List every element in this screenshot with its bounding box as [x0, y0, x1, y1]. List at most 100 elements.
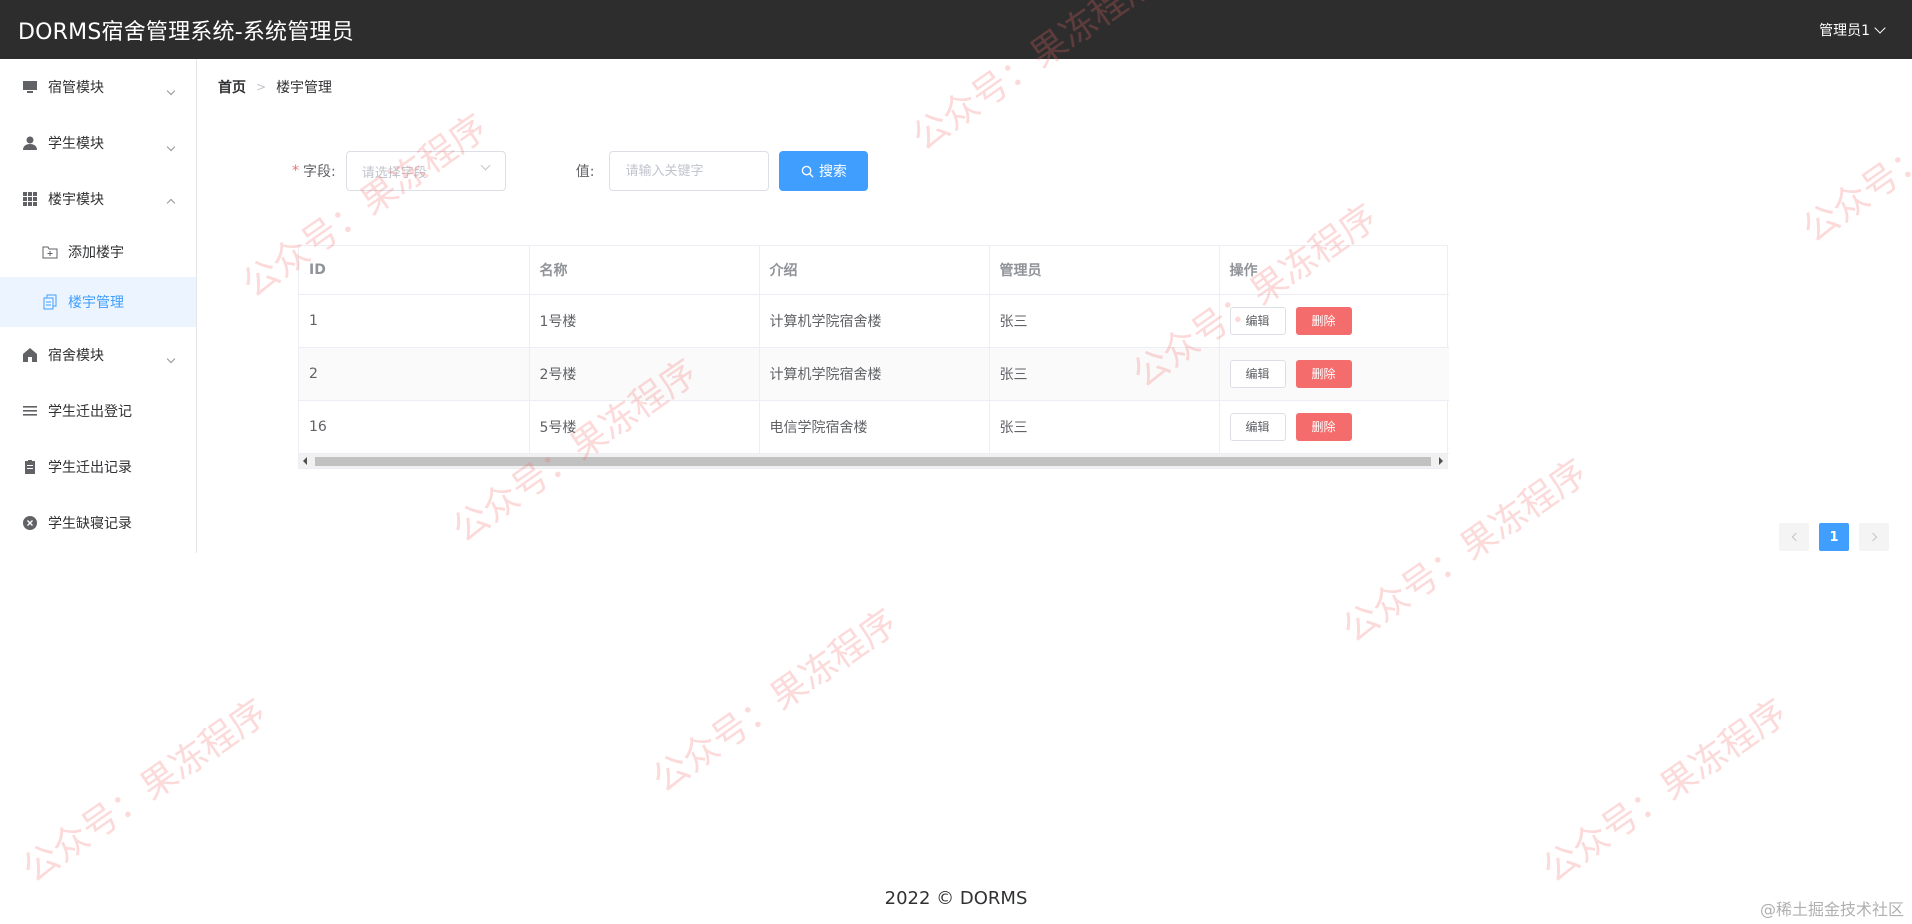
search-form: * 字段: 请选择字段 值: 搜索 [292, 151, 869, 191]
sidebar-item-label: 楼宇模块 [48, 192, 104, 208]
cell-name: 2号楼 [529, 347, 760, 401]
prev-page-button[interactable] [1779, 523, 1809, 551]
cell-admin: 张三 [989, 294, 1220, 348]
sidebar-subitem-label: 楼宇管理 [68, 295, 124, 311]
cell-admin: 张三 [989, 347, 1220, 401]
scroll-left-arrow-icon[interactable] [303, 456, 307, 465]
app-title: DORMS宿舍管理系统-系统管理员 [18, 19, 354, 45]
breadcrumb-current: 楼宇管理 [276, 80, 333, 96]
breadcrumb: 首页 > 楼宇管理 [218, 77, 332, 97]
next-page-button[interactable] [1859, 523, 1889, 551]
delete-button[interactable]: 删除 [1295, 306, 1352, 335]
cell-actions: 编辑 删除 [1219, 347, 1449, 401]
folder-add-icon [42, 244, 58, 260]
sidebar-item-moveout-register[interactable]: 学生迁出登记 [0, 383, 196, 439]
cell-actions: 编辑 删除 [1219, 400, 1449, 454]
list-icon [22, 403, 38, 419]
table-horizontal-scrollbar[interactable] [299, 453, 1447, 468]
table-row: 1 1号楼 计算机学院宿舍楼 张三 编辑 删除 [299, 294, 1449, 348]
chevron-down-icon [166, 82, 176, 98]
sidebar: 宿管模块 学生模块 楼宇模块 添加楼宇 楼宇管理 宿舍模块 学生迁出登记 学生迁… [0, 59, 197, 553]
sidebar-item-absence-record[interactable]: 学生缺寝记录 [0, 495, 196, 551]
sidebar-subitem-add-building[interactable]: 添加楼宇 [0, 227, 196, 277]
column-header-name: 名称 [529, 246, 760, 295]
watermark: 公众号：果冻程序 [1795, 52, 1912, 251]
required-mark: * [292, 163, 299, 179]
sidebar-item-label: 学生缺寝记录 [48, 516, 132, 532]
cell-intro: 计算机学院宿舍楼 [759, 347, 990, 401]
edit-button[interactable]: 编辑 [1229, 306, 1286, 335]
cell-intro: 计算机学院宿舍楼 [759, 294, 990, 348]
watermark: 公众号：果冻程序 [1535, 692, 1795, 891]
chevron-down-icon [166, 350, 176, 366]
search-button[interactable]: 搜索 [779, 151, 869, 191]
field-select-placeholder: 请选择字段 [361, 165, 427, 181]
cell-actions: 编辑 删除 [1219, 294, 1449, 348]
delete-button[interactable]: 删除 [1295, 359, 1352, 388]
chevron-down-icon [1874, 21, 1886, 34]
chevron-left-icon [1791, 532, 1800, 542]
sidebar-subitem-building-manage[interactable]: 楼宇管理 [0, 277, 196, 327]
value-label: 值: [575, 164, 595, 180]
sidebar-item-student[interactable]: 学生模块 [0, 115, 196, 171]
cell-id: 2 [299, 347, 530, 401]
house-icon [22, 347, 38, 363]
cell-id: 16 [299, 400, 530, 454]
cell-name: 5号楼 [529, 400, 760, 454]
sidebar-item-dorm[interactable]: 宿舍模块 [0, 327, 196, 383]
search-button-label: 搜索 [818, 163, 847, 179]
edit-button[interactable]: 编辑 [1229, 412, 1286, 441]
cell-id: 1 [299, 294, 530, 348]
grid-icon [22, 191, 38, 207]
sidebar-item-dorm-manager[interactable]: 宿管模块 [0, 59, 196, 115]
scroll-thumb[interactable] [315, 456, 1431, 466]
column-header-actions: 操作 [1219, 246, 1449, 295]
monitor-icon [22, 79, 38, 95]
user-name: 管理员1 [1819, 22, 1870, 39]
sidebar-item-building[interactable]: 楼宇模块 [0, 171, 196, 227]
user-menu[interactable]: 管理员1 [1819, 20, 1886, 40]
circle-close-icon [22, 515, 38, 531]
sidebar-item-label: 宿舍模块 [48, 348, 104, 364]
sidebar-item-label: 学生模块 [48, 136, 104, 152]
chevron-down-icon [480, 160, 491, 171]
pagination: 1 [1779, 523, 1889, 551]
sidebar-item-moveout-record[interactable]: 学生迁出记录 [0, 439, 196, 495]
sidebar-item-label: 宿管模块 [48, 80, 104, 96]
table-header-row: ID 名称 介绍 管理员 操作 [299, 246, 1449, 295]
column-header-id: ID [299, 246, 530, 295]
table-row: 2 2号楼 计算机学院宿舍楼 张三 编辑 删除 [299, 347, 1449, 401]
clipboard-icon [22, 459, 38, 475]
cell-admin: 张三 [989, 400, 1220, 454]
column-header-admin: 管理员 [989, 246, 1220, 295]
watermark: 公众号：果冻程序 [1335, 452, 1595, 651]
table-row: 16 5号楼 电信学院宿舍楼 张三 编辑 删除 [299, 400, 1449, 454]
breadcrumb-home[interactable]: 首页 [218, 77, 246, 97]
sidebar-subitem-label: 添加楼宇 [68, 245, 124, 261]
watermark: 公众号：果冻程序 [645, 602, 905, 801]
corner-watermark: @稀土掘金技术社区 [1759, 900, 1904, 919]
chevron-down-icon [166, 138, 176, 154]
field-label: 字段: [303, 164, 336, 180]
chevron-right-icon [1868, 532, 1877, 542]
watermark: 公众号：果冻程序 [15, 692, 275, 891]
cell-name: 1号楼 [529, 294, 760, 348]
delete-button[interactable]: 删除 [1295, 412, 1352, 441]
chevron-up-icon [166, 194, 176, 210]
column-header-intro: 介绍 [759, 246, 990, 295]
top-bar: DORMS宿舍管理系统-系统管理员 管理员1 [0, 0, 1912, 59]
sidebar-item-label: 学生迁出登记 [48, 404, 132, 420]
scroll-right-arrow-icon[interactable] [1439, 456, 1443, 465]
cell-intro: 电信学院宿舍楼 [759, 400, 990, 454]
user-icon [22, 135, 38, 151]
search-icon [801, 165, 814, 178]
edit-button[interactable]: 编辑 [1229, 359, 1286, 388]
field-select[interactable]: 请选择字段 [345, 151, 506, 191]
footer: 2022 © DORMS [884, 888, 1028, 909]
page-number[interactable]: 1 [1819, 523, 1849, 551]
keyword-input[interactable] [609, 151, 770, 191]
chevron-right-icon: > [256, 80, 267, 94]
document-copy-icon [42, 294, 58, 310]
building-table: ID 名称 介绍 管理员 操作 1 1号楼 计算机学院宿舍楼 张三 编辑 删除 2… [298, 245, 1449, 469]
sidebar-item-label: 学生迁出记录 [48, 460, 132, 476]
